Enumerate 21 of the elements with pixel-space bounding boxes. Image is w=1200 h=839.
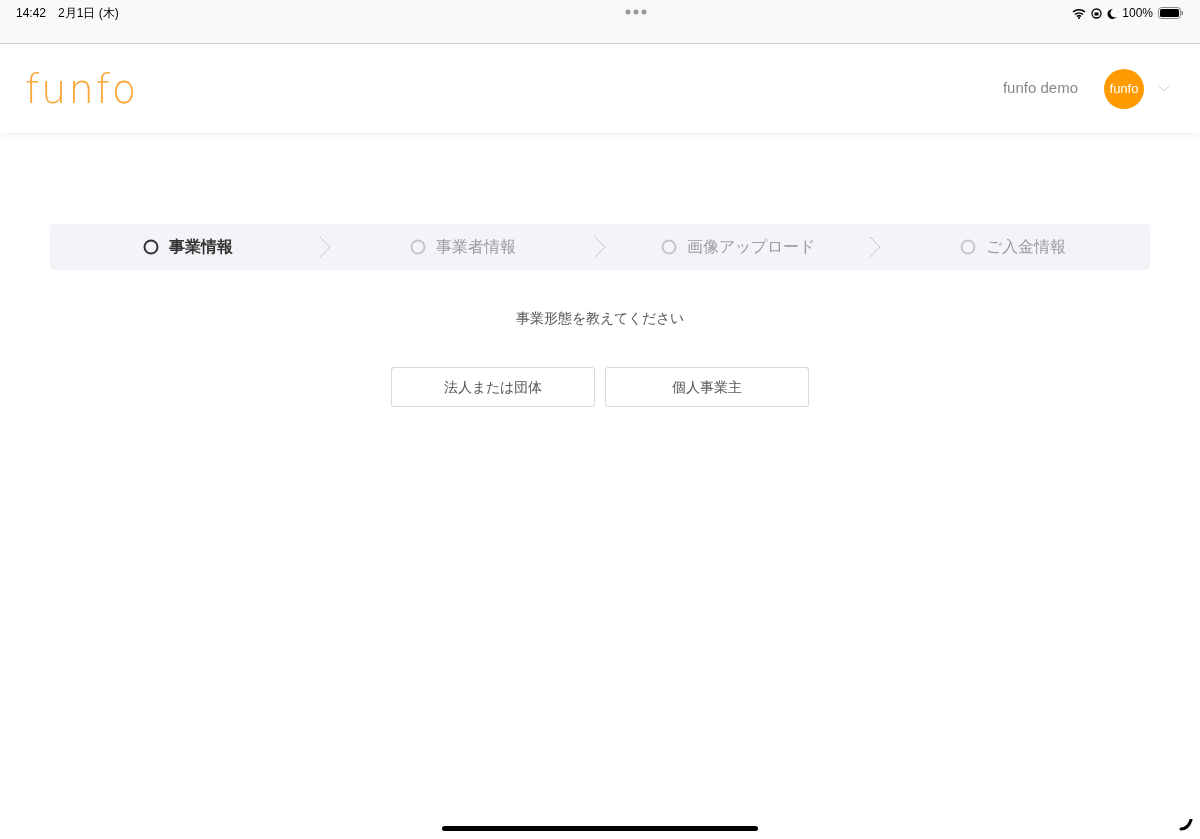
- chevron-right-icon: [319, 236, 331, 258]
- step-label: 事業者情報: [435, 237, 516, 257]
- chevron-right-icon: [594, 236, 606, 258]
- question-text: 事業形態を教えてください: [515, 309, 685, 328]
- chevron-down-icon[interactable]: [1158, 85, 1170, 92]
- step-label: ご入金情報: [985, 237, 1066, 257]
- moon-icon: [1107, 7, 1118, 19]
- step-label: 事業情報: [168, 237, 233, 257]
- option-button[interactable]: 個人事業主: [605, 367, 809, 407]
- step-label: 画像アップロード: [686, 237, 815, 257]
- wifi-icon: [1072, 7, 1087, 19]
- user-name: funfo demo: [1002, 78, 1078, 99]
- battery-icon: [1158, 7, 1184, 19]
- pencil-stroke-icon: [1179, 819, 1193, 831]
- battery-percent: 100%: [1122, 5, 1153, 22]
- option-button[interactable]: 法人または団体: [391, 367, 595, 407]
- rotation-lock-icon: [1091, 7, 1103, 19]
- chevron-right-icon: [869, 236, 881, 258]
- status-time: 14:42: [16, 5, 47, 22]
- more-dots-icon: [624, 9, 647, 15]
- status-date: 2月1日 (木): [58, 5, 119, 22]
